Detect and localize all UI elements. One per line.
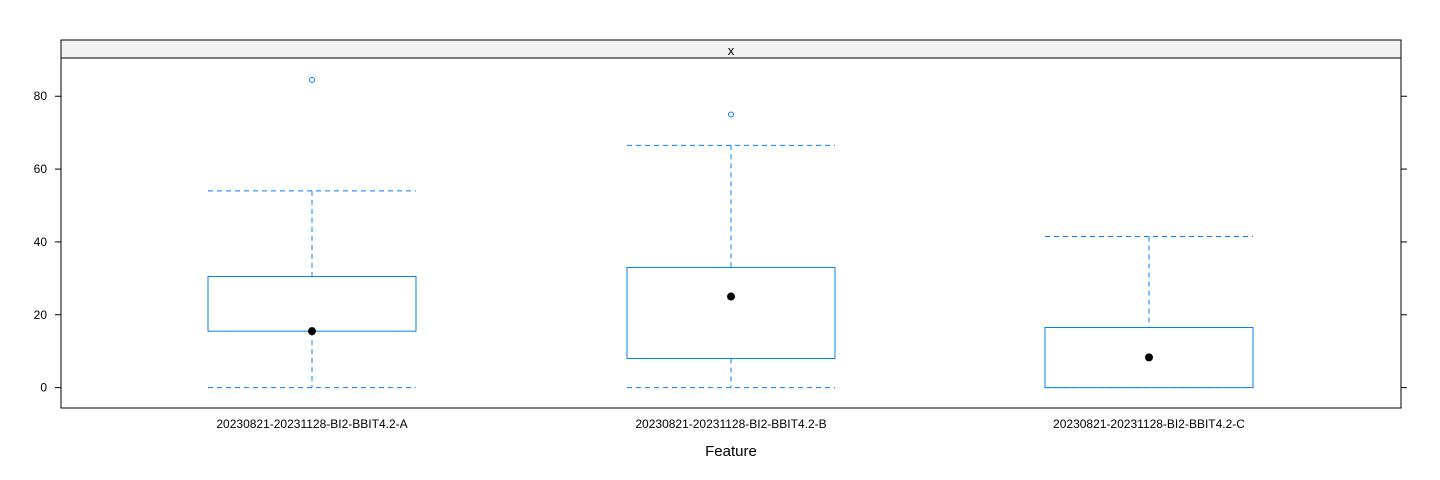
iqr-box (626, 266, 836, 359)
y-tick-label: 0 (40, 381, 47, 395)
x-tick-label: 20230821-20231128-BI2-BBIT4.2-B (635, 417, 826, 431)
y-tick-label: 40 (34, 235, 48, 249)
outlier-point (728, 111, 734, 118)
boxes-layer (207, 76, 1254, 389)
x-axis: 20230821-20231128-BI2-BBIT4.2-A 20230821-… (216, 417, 1245, 431)
y-tick-label: 60 (34, 162, 48, 176)
boxplot-chart: x 0 20 40 60 80 20230821-20231128-BI2-BBIT4.… (0, 0, 1440, 480)
median-dot (1145, 353, 1153, 362)
box-group (626, 111, 836, 389)
iqr-box (207, 276, 417, 332)
y-axis-right (1401, 95, 1407, 389)
box-group (1044, 235, 1254, 389)
x-axis-title: Feature (705, 443, 757, 460)
chart-canvas: x 0 20 40 60 80 20230821-20231128-BI2-BBIT4.… (34, 39, 1407, 460)
median-dot (308, 327, 316, 336)
outlier-point (309, 76, 315, 83)
box-group (207, 76, 417, 389)
y-tick-label: 80 (34, 89, 48, 103)
median-dot (727, 292, 735, 301)
panel-strip-label: x (728, 43, 735, 58)
x-tick-label: 20230821-20231128-BI2-BBIT4.2-A (216, 417, 407, 431)
x-tick-label: 20230821-20231128-BI2-BBIT4.2-C (1053, 417, 1245, 431)
y-axis-left: 0 20 40 60 80 (34, 89, 61, 395)
y-tick-label: 20 (34, 308, 48, 322)
